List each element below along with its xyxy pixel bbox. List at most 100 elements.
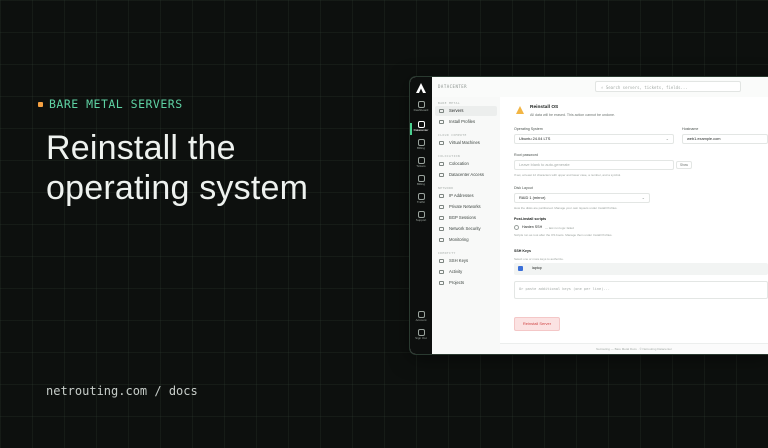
status-bar: Netrouting — Bare Metal Docs · © Netrout…: [500, 343, 768, 354]
disk-layout-label: Disk Layout: [514, 186, 533, 190]
headline-line-2: operating system: [46, 169, 309, 207]
folder-icon: [439, 281, 444, 285]
ssh-key-row[interactable]: laptop: [514, 263, 768, 275]
sidebar-item-label: Install Profiles: [449, 119, 476, 124]
chevron-down-icon: ⌄: [665, 136, 669, 141]
disk-layout-helper: How the disks are partitioned. Manage yo…: [514, 206, 618, 210]
sidebar-item-label: SSH Keys: [449, 258, 469, 263]
post-install-label: Post-install scripts: [514, 217, 547, 221]
hostname-field[interactable]: web1.example.com: [682, 134, 768, 144]
key-icon: [439, 173, 444, 177]
headline-line-1: Reinstall the: [46, 129, 236, 167]
sidebar-item-ip-addresses[interactable]: IP Addresses: [435, 191, 497, 201]
eyebrow-text: BARE METAL SERVERS: [49, 97, 183, 111]
dashboard-icon: [417, 101, 425, 108]
shield-icon: [439, 227, 444, 231]
signout-icon: [417, 329, 425, 336]
os-value: Ubuntu 24.04 LTS: [519, 136, 551, 141]
sidebar-item-label: Projects: [449, 280, 465, 285]
chevron-down-icon: ⌄: [641, 195, 645, 200]
ssh-keys-label: SSH Keys: [514, 249, 531, 253]
support-icon: [417, 211, 425, 218]
os-select[interactable]: Ubuntu 24.04 LTS ⌄: [514, 134, 674, 144]
key-icon: [439, 259, 444, 263]
cart-icon: [417, 139, 425, 146]
sidebar-section-network: NETWORK: [438, 186, 454, 190]
harden-ssh-radio[interactable]: [514, 225, 519, 230]
disk-layout-value: RAID 1 (mirror): [519, 195, 546, 200]
sidebar-section-bare-metal: BARE METAL: [438, 101, 461, 105]
topbar-title: DATACENTER: [438, 84, 468, 89]
rail-traffic[interactable]: Traffic: [410, 193, 432, 205]
show-password-button[interactable]: Show: [676, 161, 692, 169]
rail-tickets[interactable]: Tickets: [410, 157, 432, 169]
activity-icon: [439, 270, 444, 274]
additional-keys-textarea[interactable]: Or paste additional keys (one per line).…: [514, 281, 768, 299]
rack-icon: [439, 162, 444, 166]
ticket-icon: [417, 157, 425, 164]
rail-sign-out[interactable]: Sign Out: [410, 329, 432, 341]
os-label: Operating System: [514, 127, 543, 131]
ssh-keys-helper: Select one or more keys to authorize.: [514, 257, 564, 261]
warning-alert: Reinstall OS All data will be erased. Th…: [514, 103, 768, 123]
rail-billing[interactable]: Billing: [410, 139, 432, 151]
top-bar: DATACENTER ⌕ Search servers, tickets, fi…: [432, 77, 768, 98]
rail-support[interactable]: Support: [410, 211, 432, 223]
sidebar-item-monitoring[interactable]: Monitoring: [435, 235, 497, 245]
rail-label: Tickets: [416, 164, 426, 168]
reinstall-form: Reinstall OS All data will be erased. Th…: [500, 97, 768, 354]
sidebar-section-cloud: CLOUD COMPUTE: [438, 133, 467, 137]
sidebar-item-virtual-machines[interactable]: Virtual Machines: [435, 138, 497, 148]
document-icon: [417, 175, 425, 182]
search-input[interactable]: ⌕ Search servers, tickets, fields...: [595, 81, 741, 92]
alert-description: All data will be erased. This action can…: [530, 113, 616, 117]
rail-label: Billing: [416, 182, 425, 186]
sidebar-section-colocation: COLOCATION: [438, 154, 461, 158]
sidebar-item-colocation[interactable]: Colocation: [435, 159, 497, 169]
server-icon: [417, 121, 425, 128]
globe-icon: [439, 194, 444, 198]
sidebar-item-servers[interactable]: Servers: [435, 106, 497, 116]
checkbox-checked-icon[interactable]: [518, 266, 523, 271]
user-icon: [417, 311, 425, 318]
sidebar-item-bgp-sessions[interactable]: BGP Sessions: [435, 213, 497, 223]
app-window: Dashboard Datacenter Billing Tickets Bil…: [410, 77, 768, 354]
monitor-icon: [439, 238, 444, 242]
disk-layout-select[interactable]: RAID 1 (mirror) ⌄: [514, 193, 650, 203]
rail-documents[interactable]: Billing: [410, 175, 432, 187]
sidebar-item-activity[interactable]: Activity: [435, 267, 497, 277]
docs-link[interactable]: netrouting.com / docs: [46, 384, 198, 398]
sidebar-item-ssh-keys[interactable]: SSH Keys: [435, 256, 497, 266]
headline: Reinstall the operating system: [46, 128, 308, 208]
network-icon: [439, 205, 444, 209]
sidebar-item-label: BGP Sessions: [449, 215, 476, 220]
bgp-icon: [439, 216, 444, 220]
sidebar: BARE METAL Servers Install Profiles CLOU…: [432, 97, 501, 354]
sidebar-item-datacenter-access[interactable]: Datacenter Access: [435, 170, 497, 180]
rail-label: Datacenter: [413, 128, 429, 132]
root-password-field[interactable]: Leave blank to auto-generate: [514, 160, 674, 170]
sidebar-item-label: Servers: [449, 108, 464, 113]
rail-datacenter[interactable]: Datacenter: [410, 121, 432, 133]
harden-ssh-note: — last run logs: failed: [545, 226, 574, 230]
sidebar-item-label: IP Addresses: [449, 193, 474, 198]
rail-account[interactable]: Account: [410, 311, 432, 323]
hostname-label: Hostname: [682, 127, 699, 131]
eyebrow: BARE METAL SERVERS: [38, 97, 183, 111]
sidebar-item-projects[interactable]: Projects: [435, 278, 497, 288]
sidebar-item-label: Colocation: [449, 161, 469, 166]
root-password-label: Root password: [514, 153, 538, 157]
rail-dashboard[interactable]: Dashboard: [410, 101, 432, 113]
post-install-helper: Scripts run as root after the OS boots. …: [514, 233, 613, 237]
traffic-icon: [417, 193, 425, 200]
sidebar-item-label: Virtual Machines: [449, 140, 480, 145]
vm-icon: [439, 141, 444, 145]
rail-label: Dashboard: [413, 108, 429, 112]
ssh-key-name: laptop: [532, 266, 542, 270]
sidebar-item-private-networks[interactable]: Private Networks: [435, 202, 497, 212]
reinstall-server-button[interactable]: Reinstall Server: [514, 317, 560, 331]
sidebar-item-label: Network Security: [449, 226, 481, 231]
sidebar-item-install-profiles[interactable]: Install Profiles: [435, 117, 497, 127]
sidebar-item-network-security[interactable]: Network Security: [435, 224, 497, 234]
root-password-helper: If set, at least 12 characters with uppe…: [514, 173, 622, 177]
